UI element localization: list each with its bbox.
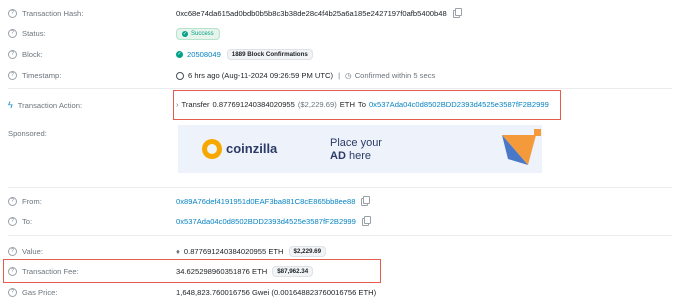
value-row-label: ? Value: <box>8 247 43 256</box>
ad-headline-ad: AD <box>330 150 346 162</box>
status-value: Success <box>191 31 214 37</box>
status-row-label: ? Status: <box>8 29 46 38</box>
block-value-group: ✓ 20508049 1889 Block Confirmations <box>176 49 313 60</box>
tx-hash-row-label: ? Transaction Hash: <box>8 9 83 18</box>
help-icon[interactable]: ? <box>8 288 17 297</box>
sponsored-row-label: Sponsored: <box>8 129 47 138</box>
timestamp-ago: 6 hrs ago (Aug-11-2024 09:26:59 PM UTC) <box>188 71 334 80</box>
timestamp-separator: | <box>338 71 341 80</box>
to-address-link[interactable]: 0x537Ada04c0d8502BDD2393d4525e3587fF2B29… <box>176 217 356 226</box>
to-row-label: ? To: <box>8 217 32 226</box>
block-confirmations-badge: 1889 Block Confirmations <box>226 49 313 60</box>
value-amount: 0.877691240384020955 ETH <box>183 247 284 256</box>
block-label: Block: <box>22 50 43 59</box>
section-divider <box>8 235 672 236</box>
gas-price-value: 1,648,823.760016756 Gwei (0.001648823760… <box>176 288 377 297</box>
tx-action-row-label: ϟ Transaction Action: <box>8 100 82 110</box>
from-value-group: 0x89A76def4191951d0EAF3ba881C8cE865bb8ee… <box>176 195 371 206</box>
ad-close-icon[interactable] <box>534 129 541 136</box>
check-circle-icon: ✓ <box>182 31 188 37</box>
status-value-group: ✓ Success <box>176 28 220 40</box>
block-number-link[interactable]: 20508049 <box>187 50 221 59</box>
gas-price-value-group: 1,648,823.760016756 Gwei (0.001648823760… <box>176 288 376 297</box>
copy-icon[interactable] <box>452 7 462 18</box>
help-icon[interactable]: ? <box>8 197 17 206</box>
help-icon[interactable]: ? <box>8 29 17 38</box>
help-icon[interactable]: ? <box>8 247 17 256</box>
check-circle-icon: ✓ <box>176 51 183 58</box>
gas-price-label: Gas Price: <box>22 288 58 297</box>
timestamp-label: Timestamp: <box>22 71 62 80</box>
timestamp-value-group: 6 hrs ago (Aug-11-2024 09:26:59 PM UTC) … <box>176 71 435 80</box>
from-row-label: ? From: <box>8 197 42 206</box>
help-icon[interactable]: ? <box>8 217 17 226</box>
from-label: From: <box>22 197 42 206</box>
to-value-group: 0x537Ada04c0d8502BDD2393d4525e3587fF2B29… <box>176 215 371 226</box>
sponsored-ad-banner[interactable]: coinzilla Place your AD here <box>178 125 542 173</box>
coinzilla-logo-inner <box>207 144 217 154</box>
timestamp-row-label: ? Timestamp: <box>8 71 61 80</box>
help-icon[interactable]: ? <box>8 71 17 80</box>
block-row-label: ? Block: <box>8 50 43 59</box>
copy-icon[interactable] <box>361 215 371 226</box>
clock-icon <box>176 71 184 80</box>
status-label: Status: <box>22 29 46 38</box>
tx-hash-label: Transaction Hash: <box>22 9 84 18</box>
section-divider <box>8 187 672 188</box>
ad-headline-here: here <box>348 150 371 162</box>
copy-icon[interactable] <box>361 195 371 206</box>
clock-icon: ◷ <box>345 71 352 80</box>
ad-brand-text: coinzilla <box>226 141 278 156</box>
eth-icon: ♦ <box>176 247 180 256</box>
help-icon[interactable]: ? <box>8 50 17 59</box>
from-address-link[interactable]: 0x89A76def4191951d0EAF3ba881C8cE865bb8ee… <box>176 197 355 206</box>
tx-hash-value-group: 0xc68e74da615ad0bdb0b5b8c3b38de28c4f4b25… <box>176 7 462 18</box>
status-badge: ✓ Success <box>176 28 220 40</box>
tx-hash-value: 0xc68e74da615ad0bdb0b5b8c3b38de28c4f4b25… <box>176 9 447 18</box>
lightning-icon: ϟ <box>8 100 13 110</box>
to-label: To: <box>22 217 33 226</box>
highlight-box-tx-fee <box>3 259 381 283</box>
ad-headline-line2: AD here <box>330 150 371 162</box>
value-usd-badge: $2,229.69 <box>288 246 327 257</box>
section-divider <box>8 88 672 89</box>
sponsored-label: Sponsored: <box>8 129 47 138</box>
ad-headline-line1: Place your <box>330 137 382 149</box>
value-label: Value: <box>22 247 43 256</box>
tx-action-label: Transaction Action: <box>17 100 83 110</box>
timestamp-confirmed: Confirmed within 5 secs <box>354 71 436 80</box>
help-icon[interactable]: ? <box>8 9 17 18</box>
gas-price-row-label: ? Gas Price: <box>8 288 57 297</box>
highlight-box-tx-action <box>173 90 561 120</box>
value-value-group: ♦ 0.877691240384020955 ETH $2,229.69 <box>176 246 327 257</box>
